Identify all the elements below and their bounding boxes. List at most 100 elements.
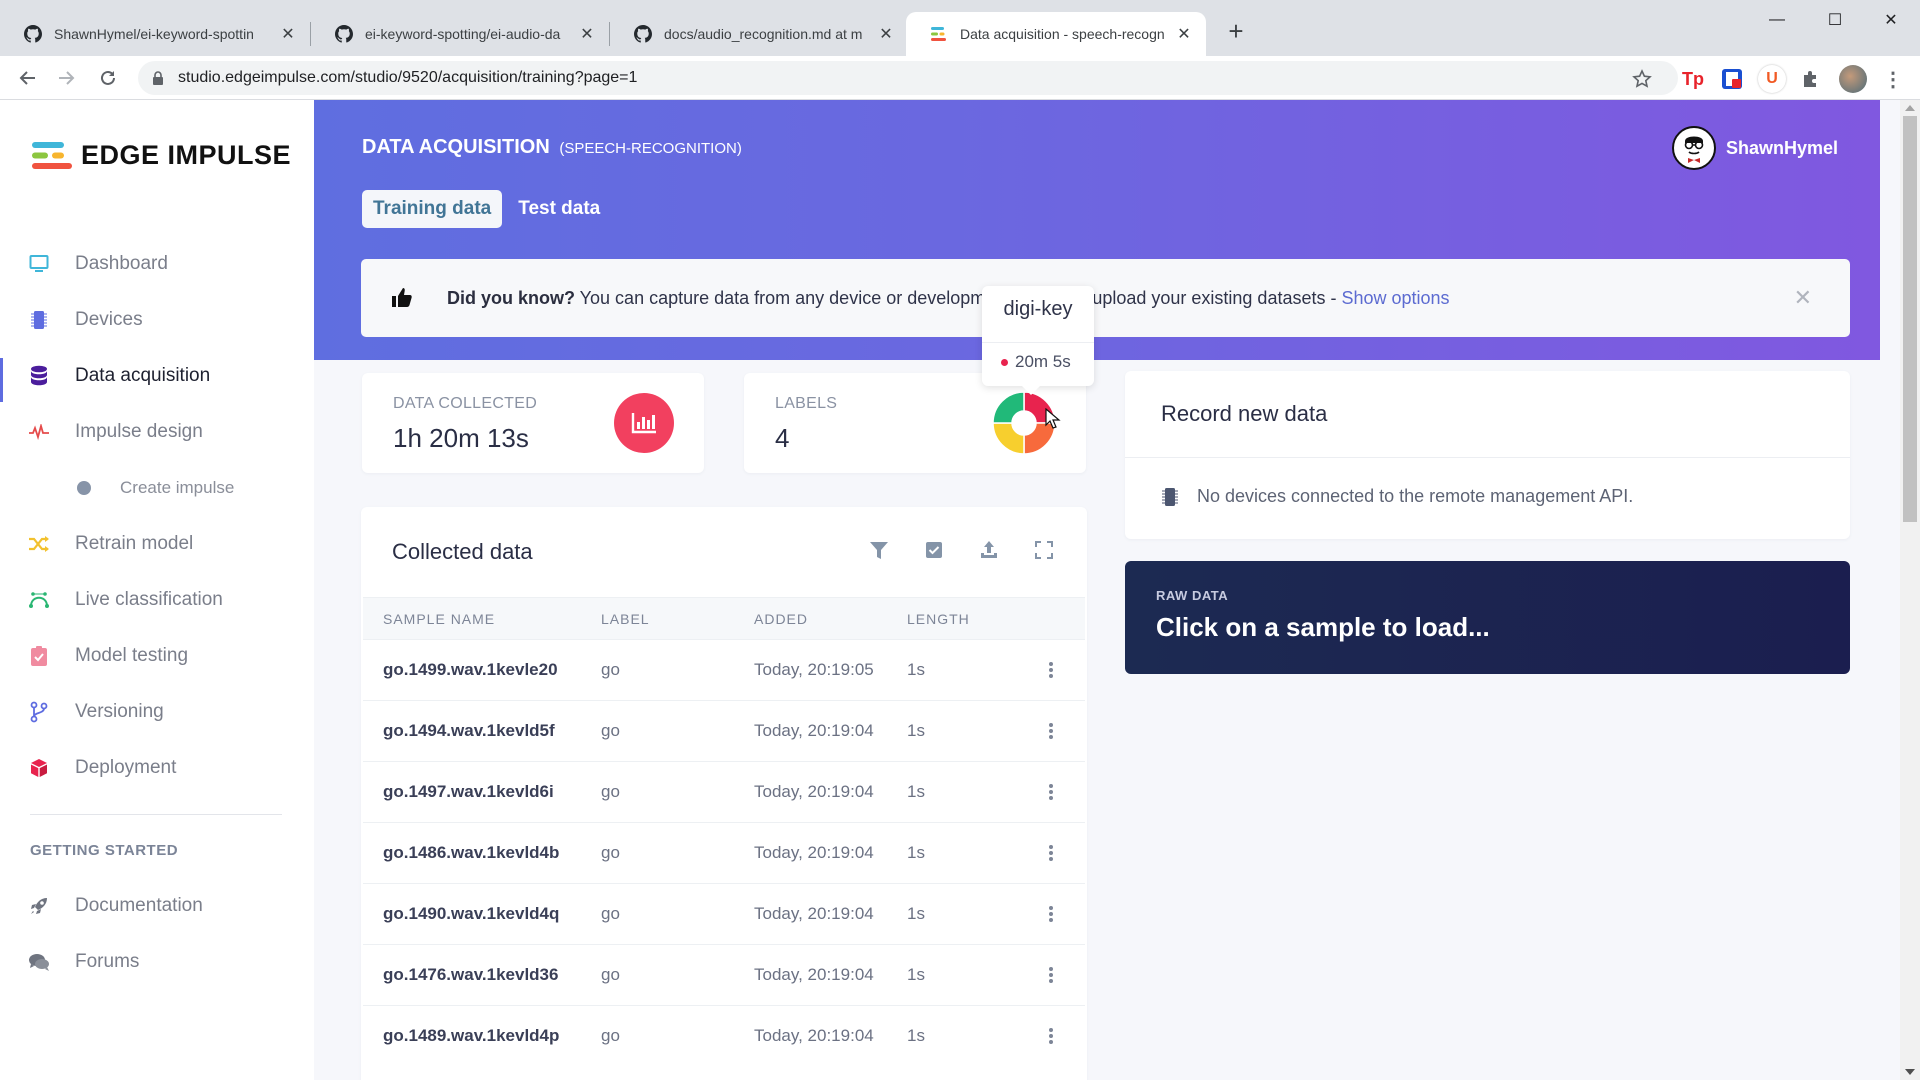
tp-extension-icon[interactable]: Tp <box>1680 66 1706 92</box>
new-tab-button[interactable]: + <box>1220 16 1252 48</box>
bookmark-star-icon[interactable] <box>1629 66 1655 92</box>
user-avatar-icon <box>1684 136 1704 163</box>
sidebar-section-title: GETTING STARTED <box>30 842 179 859</box>
sidebar-item-impulse-design[interactable]: Impulse design <box>0 410 314 454</box>
filter-button[interactable] <box>866 537 892 563</box>
sidebar-item-forums[interactable]: Forums <box>0 940 314 984</box>
added-cell: Today, 20:19:05 <box>754 660 874 679</box>
reload-button[interactable] <box>94 64 122 92</box>
donut-slice[interactable] <box>992 422 1025 455</box>
sidebar-item-documentation[interactable]: Documentation <box>0 884 314 928</box>
window-close-button[interactable]: ✕ <box>1862 0 1920 40</box>
back-button[interactable] <box>14 64 42 92</box>
browser-menu-icon[interactable]: ⋮ <box>1880 66 1906 92</box>
row-menu-button[interactable] <box>1039 777 1063 807</box>
show-options-link[interactable]: Show options <box>1341 288 1449 308</box>
sample-name-cell: go.1494.wav.1kevld5f <box>383 721 555 740</box>
column-header-label[interactable]: LABEL <box>601 611 650 627</box>
sidebar-item-model-testing[interactable]: Model testing <box>0 634 314 678</box>
sidebar-item-label: Data acquisition <box>75 365 211 386</box>
sidebar-item-data-acquisition[interactable]: Data acquisition <box>0 354 314 402</box>
select-button[interactable] <box>921 537 947 563</box>
raw-data-placeholder: Click on a sample to load... <box>1156 612 1490 642</box>
upload-icon <box>981 541 997 558</box>
row-menu-button[interactable] <box>1039 838 1063 868</box>
length-cell: 1s <box>907 660 925 679</box>
ublock-icon[interactable]: U <box>1758 65 1786 93</box>
sidebar-item-devices[interactable]: Devices <box>0 298 314 342</box>
tab-test-data[interactable]: Test data <box>507 190 611 228</box>
upload-button[interactable] <box>976 537 1002 563</box>
browser-tab-active[interactable]: Data acquisition - speech-recogn ✕ <box>906 12 1206 56</box>
label-cell: go <box>601 1026 620 1045</box>
tooltip-color-dot <box>1001 358 1008 366</box>
added-cell: Today, 20:19:04 <box>754 843 874 862</box>
table-row[interactable]: go.1486.wav.1kevld4b go Today, 20:19:04 1s <box>363 822 1085 883</box>
profile-avatar[interactable] <box>1839 65 1867 93</box>
browser-tab[interactable]: ei-keyword-spotting/ei-audio-da ✕ <box>311 12 609 56</box>
forward-button[interactable] <box>52 64 80 92</box>
record-title: Record new data <box>1161 401 1328 426</box>
tooltip-divider <box>982 342 1094 343</box>
close-tab-icon[interactable]: ✕ <box>577 24 597 44</box>
scroll-up-arrow[interactable] <box>1905 105 1915 111</box>
collected-data-title: Collected data <box>392 539 533 564</box>
table-row[interactable]: go.1489.wav.1kevld4p go Today, 20:19:04 1s <box>363 1005 1085 1066</box>
row-menu-button[interactable] <box>1039 655 1063 685</box>
length-cell: 1s <box>907 1026 925 1045</box>
monitor-icon <box>28 253 50 275</box>
sidebar-item-deployment[interactable]: Deployment <box>0 746 314 790</box>
scroll-down-arrow[interactable] <box>1905 1069 1915 1075</box>
page-scrollbar[interactable] <box>1900 100 1920 1080</box>
puzzle-icon[interactable] <box>1798 66 1824 92</box>
edge-impulse-icon <box>931 27 946 41</box>
user-menu[interactable]: ShawnHymel <box>1671 126 1838 170</box>
sidebar-item-create-impulse[interactable]: Create impulse <box>0 466 314 510</box>
table-row[interactable]: go.1494.wav.1kevld5f go Today, 20:19:04 1s <box>363 700 1085 761</box>
close-tab-icon[interactable]: ✕ <box>278 24 298 44</box>
close-banner-button[interactable]: ✕ <box>1794 285 1812 311</box>
kebab-menu-icon <box>1049 967 1053 983</box>
sample-name-cell: go.1489.wav.1kevld4p <box>383 1026 560 1045</box>
scrollbar-thumb[interactable] <box>1903 116 1917 522</box>
close-tab-icon[interactable]: ✕ <box>876 24 896 44</box>
minimize-button[interactable]: — <box>1748 0 1806 40</box>
table-row[interactable]: go.1497.wav.1kevld6i go Today, 20:19:04 1s <box>363 761 1085 822</box>
table-row[interactable]: go.1499.wav.1kevle20 go Today, 20:19:05 1s <box>363 639 1085 700</box>
row-menu-button[interactable] <box>1039 899 1063 929</box>
fullscreen-button[interactable] <box>1031 537 1057 563</box>
sample-name-cell: go.1490.wav.1kevld4q <box>383 904 560 923</box>
browser-tab[interactable]: docs/audio_recognition.md at m ✕ <box>610 12 908 56</box>
column-header-added[interactable]: ADDED <box>754 611 808 627</box>
database-icon <box>28 365 50 387</box>
donut-slice[interactable] <box>992 391 1025 424</box>
record-new-data-card: Record new data No devices connected to … <box>1125 371 1850 539</box>
table-row[interactable]: go.1476.wav.1kevld36 go Today, 20:19:04 1s <box>363 944 1085 1005</box>
row-menu-button[interactable] <box>1039 716 1063 746</box>
maximize-button[interactable]: ☐ <box>1806 0 1864 40</box>
labels-value: 4 <box>775 423 790 453</box>
comments-icon <box>28 951 50 973</box>
sidebar-item-dashboard[interactable]: Dashboard <box>0 242 314 286</box>
sample-name-cell: go.1499.wav.1kevle20 <box>383 660 558 679</box>
sidebar-item-live-classification[interactable]: Live classification <box>0 578 314 622</box>
sidebar-item-versioning[interactable]: Versioning <box>0 690 314 734</box>
sidebar-item-retrain-model[interactable]: Retrain model <box>0 522 314 566</box>
bitwarden-lock-icon[interactable] <box>1719 66 1745 92</box>
close-tab-icon[interactable]: ✕ <box>1174 24 1194 44</box>
row-menu-button[interactable] <box>1039 960 1063 990</box>
address-bar[interactable]: studio.edgeimpulse.com/studio/9520/acqui… <box>138 61 1678 95</box>
column-header-length[interactable]: LENGTH <box>907 611 970 627</box>
column-header-sample-name[interactable]: SAMPLE NAME <box>383 611 495 627</box>
cube-icon <box>28 757 50 779</box>
label-cell: go <box>601 965 620 984</box>
browser-tab[interactable]: ShawnHymel/ei-keyword-spottin ✕ <box>0 12 310 56</box>
sample-name-cell: go.1497.wav.1kevld6i <box>383 782 554 801</box>
length-cell: 1s <box>907 843 925 862</box>
table-row[interactable]: go.1490.wav.1kevld4q go Today, 20:19:04 1s <box>363 883 1085 944</box>
sidebar-item-label: Forums <box>75 951 140 972</box>
tab-training-data[interactable]: Training data <box>362 190 503 228</box>
row-menu-button[interactable] <box>1039 1021 1063 1051</box>
sample-name-cell: go.1486.wav.1kevld4b <box>383 843 560 862</box>
edge-impulse-logo[interactable]: EDGE IMPULSE <box>31 140 291 171</box>
